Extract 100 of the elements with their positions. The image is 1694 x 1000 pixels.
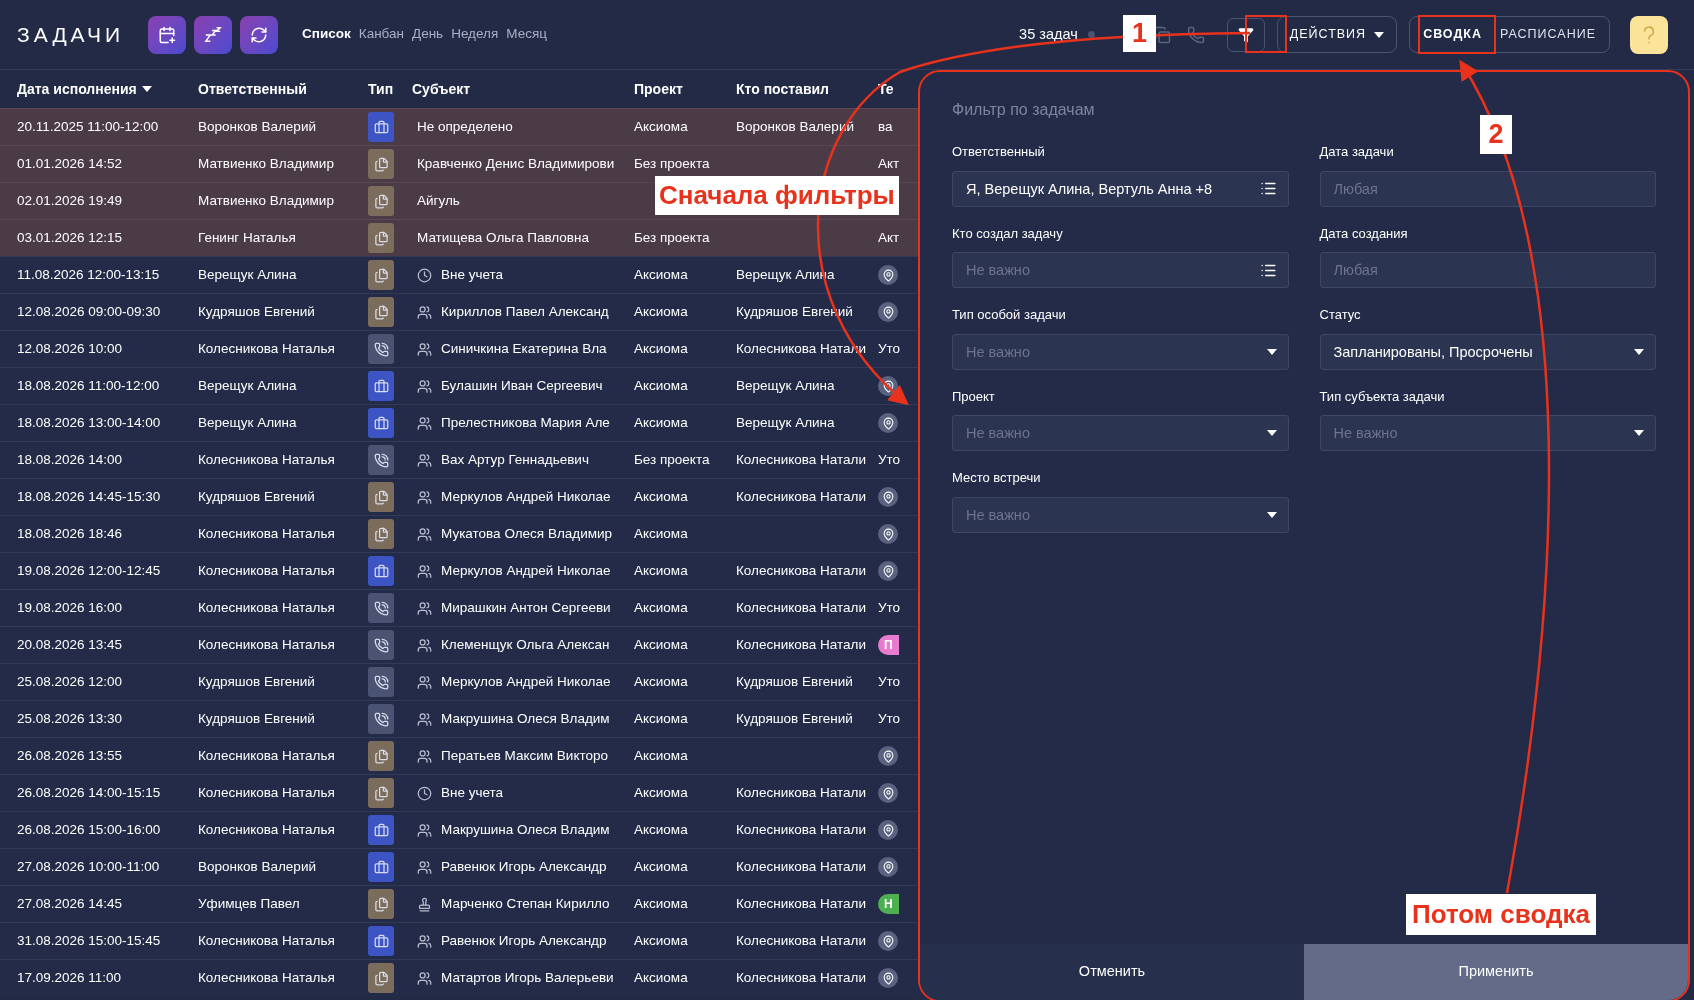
refresh-button[interactable] xyxy=(240,15,279,54)
dropdown-field[interactable]: Не важно xyxy=(1319,415,1656,451)
table-cell: 17.09.2026 11:00 xyxy=(17,969,122,985)
mode-button[interactable]: СВОДКА xyxy=(1414,17,1491,52)
table-cell: Аксиома xyxy=(634,118,688,134)
map-pin-icon xyxy=(878,968,898,988)
table-cell: Колесникова Натали xyxy=(736,932,866,948)
table-cell-text: Равенюк Игорь Александр xyxy=(441,857,607,876)
input-field[interactable]: Я, Верещук Алина, Вертуль Анна +8 xyxy=(952,170,1289,207)
caret-icon xyxy=(1374,31,1385,38)
table-cell-text: Вне учета xyxy=(441,265,504,284)
people-icon xyxy=(417,489,432,505)
column-header[interactable]: Кто поставил xyxy=(736,78,830,100)
input-field[interactable]: Не важно xyxy=(952,252,1289,288)
snooze-button[interactable] xyxy=(194,15,233,54)
dropdown-field[interactable]: Не важно xyxy=(952,496,1289,533)
table-cell: Колесникова Натали xyxy=(736,599,866,615)
table-cell-text: Не определено xyxy=(417,117,513,136)
input-field[interactable]: Любая xyxy=(1319,170,1656,207)
table-cell: 18.08.2026 14:00 xyxy=(17,451,123,467)
view-tab[interactable]: День xyxy=(412,24,444,45)
view-tab[interactable]: Канбан xyxy=(358,24,404,45)
view-tab[interactable]: Месяц xyxy=(506,24,547,45)
people-icon xyxy=(417,415,432,431)
documents-icon xyxy=(368,963,394,993)
table-row[interactable]: 19.08.2026 12:00-12:45 Колесникова Наталья Меркулов Андрей Николае Аксиома Колесникова Натали xyxy=(0,552,918,589)
mode-button[interactable]: РАСПИСАНИЕ xyxy=(1491,17,1605,52)
table-row[interactable]: 18.08.2026 14:00 Колесникова Наталья Вах Артур Геннадьевич Без проекта Колесникова Натали Уто xyxy=(0,441,918,478)
step-label: 2 xyxy=(1480,115,1512,154)
table-row[interactable]: 19.08.2026 16:00 Колесникова Наталья Мирашкин Антон Сергееви Аксиома Колесникова Натали Уто xyxy=(0,589,918,626)
map-pin-icon xyxy=(878,487,898,507)
table-row[interactable]: 25.08.2026 13:30 Кудряшов Евгений Макрушина Олеся Владим Аксиома Кудряшов Евгений Уто xyxy=(0,700,918,737)
column-header[interactable]: Ответственный xyxy=(198,78,307,100)
table-cell: Воронков Валерий xyxy=(198,858,316,874)
table-row[interactable]: 26.08.2026 14:00-15:15 Колесникова Наталья Вне учета Аксиома Колесникова Натали xyxy=(0,774,918,811)
table-cell: Колесникова Натали xyxy=(736,784,866,800)
column-header[interactable]: Дата исполнения xyxy=(17,78,137,100)
briefcase-icon xyxy=(368,408,394,438)
phone-icon[interactable] xyxy=(1186,25,1205,44)
input-field[interactable]: Любая xyxy=(1319,252,1656,288)
map-pin-icon xyxy=(878,820,898,840)
view-tab[interactable]: Список xyxy=(302,24,351,45)
table-row[interactable]: 20.08.2026 13:45 Колесникова Наталья Клеменщук Ольга Алексан Аксиома Колесникова Натали П xyxy=(0,626,918,663)
documents-icon xyxy=(368,149,394,179)
table-cell: 26.08.2026 13:55 xyxy=(17,747,123,763)
table-row[interactable]: 18.08.2026 11:00-12:00 Верещук Алина Булашин Иван Сергеевич Аксиома Верещук Алина xyxy=(0,367,918,404)
table-cell-text: Уто xyxy=(878,672,901,691)
table-row[interactable]: 03.01.2026 12:15 Генинг Наталья Матищева Ольга Павловна Без проекта Акт xyxy=(0,219,918,256)
help-button[interactable] xyxy=(1630,15,1668,54)
apply-button[interactable]: Применить xyxy=(1304,944,1688,1000)
column-header[interactable]: Субъект xyxy=(412,78,471,100)
table-cell: Аксиома xyxy=(634,266,688,282)
table-row[interactable]: 26.08.2026 15:00-16:00 Колесникова Наталья Макрушина Олеся Владим Аксиома Колесникова Натали xyxy=(0,811,918,848)
table-row[interactable]: 17.09.2026 11:00 Колесникова Наталья Матартов Игорь Валерьеви Аксиома Колесникова Натали xyxy=(0,959,918,996)
documents-icon xyxy=(368,741,394,771)
documents-icon xyxy=(368,889,394,919)
dropdown-field[interactable]: Запланированы, Просрочены xyxy=(1319,333,1656,370)
list-icon xyxy=(1259,180,1277,197)
table-row[interactable]: 18.08.2026 18:46 Колесникова Наталья Мукатова Олеся Владимир Аксиома xyxy=(0,515,918,552)
stamp-icon xyxy=(417,896,432,912)
dropdown-caret-icon xyxy=(1634,348,1644,355)
phone-icon xyxy=(368,630,394,660)
table-cell-text: ва xyxy=(878,117,893,136)
column-header[interactable]: Проект xyxy=(634,78,683,100)
people-icon xyxy=(417,674,432,690)
table-cell: 18.08.2026 14:45-15:30 xyxy=(17,488,161,504)
map-pin-icon xyxy=(878,931,898,951)
table-row[interactable]: 18.08.2026 13:00-14:00 Верещук Алина Прелестникова Мария Але Аксиома Верещук Алина xyxy=(0,404,918,441)
cancel-button[interactable]: Отменить xyxy=(920,944,1304,1000)
phone-icon xyxy=(368,593,394,623)
dropdown-caret-icon xyxy=(1266,348,1277,355)
table-row[interactable]: 27.08.2026 10:00-11:00 Воронков Валерий Равенюк Игорь Александр Аксиома Колесникова Натали xyxy=(0,848,918,885)
table-cell: Без проекта xyxy=(634,451,710,467)
view-tab[interactable]: Неделя xyxy=(451,24,499,45)
table-row[interactable]: 27.08.2026 14:45 Уфимцев Павел Марченко Степан Кирилло Аксиома Колесникова Натали Н xyxy=(0,885,918,922)
actions-dropdown[interactable]: ДЕЙСТВИЯ xyxy=(1276,16,1398,53)
documents-icon xyxy=(368,186,394,216)
table-cell: Кудряшов Евгений xyxy=(198,488,315,504)
table-cell: Уфимцев Павел xyxy=(198,895,300,911)
table-row[interactable]: 25.08.2026 12:00 Кудряшов Евгений Меркулов Андрей Николае Аксиома Кудряшов Евгений Уто xyxy=(0,663,918,700)
table-cell: Аксиома xyxy=(634,821,688,837)
table-cell-text: Булашин Иван Сергеевич xyxy=(441,376,603,395)
dropdown-field[interactable]: Не важно xyxy=(952,333,1289,370)
calendar-plus-icon xyxy=(158,25,177,44)
table-cell: Без проекта xyxy=(634,155,710,171)
table-row[interactable]: 01.01.2026 14:52 Матвиенко Владимир Кравченко Денис Владимирови Без проекта Акт xyxy=(0,145,918,182)
table-row[interactable]: 18.08.2026 14:45-15:30 Кудряшов Евгений Меркулов Андрей Николае Аксиома Колесникова Натали xyxy=(0,478,918,515)
people-icon xyxy=(417,526,432,542)
table-cell: Колесникова Наталья xyxy=(198,525,335,541)
dropdown-field[interactable]: Не важно xyxy=(952,415,1289,451)
briefcase-icon xyxy=(368,556,394,586)
table-cell: 18.08.2026 11:00-12:00 xyxy=(17,377,160,393)
table-cell-text: Кравченко Денис Владимирови xyxy=(417,154,615,173)
highlight-frame xyxy=(1245,15,1287,53)
filter-button[interactable] xyxy=(1226,17,1265,52)
table-row[interactable]: 26.08.2026 13:55 Колесникова Наталья Ператьев Максим Викторо Аксиома xyxy=(0,737,918,774)
column-header[interactable]: Тип xyxy=(368,78,394,100)
add-task-button[interactable] xyxy=(148,15,187,54)
table-row[interactable]: 31.08.2026 15:00-15:45 Колесникова Наталья Равенюк Игорь Александр Аксиома Колесникова Натали xyxy=(0,922,918,959)
table-cell: 31.08.2026 15:00-15:45 xyxy=(17,932,161,948)
